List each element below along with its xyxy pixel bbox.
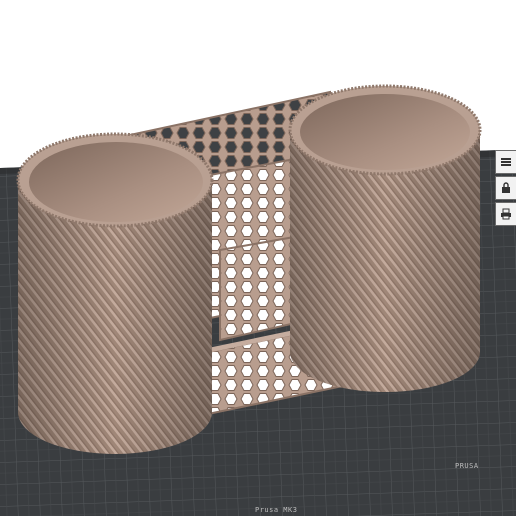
layers-button[interactable] [495,150,516,174]
lock-icon [500,182,512,194]
plate-label-left: Prusa MK3 [255,506,297,514]
lock-button[interactable] [495,176,516,200]
print-button[interactable] [495,202,516,226]
right-cup [288,84,482,392]
scene-canvas[interactable]: Prusa MK3 PRUSA [0,0,516,516]
left-cup [16,132,214,454]
3d-viewport[interactable]: Prusa MK3 PRUSA [0,0,516,516]
layers-icon [500,156,512,168]
plate-label-right: PRUSA [455,462,479,470]
print-icon [500,208,512,220]
